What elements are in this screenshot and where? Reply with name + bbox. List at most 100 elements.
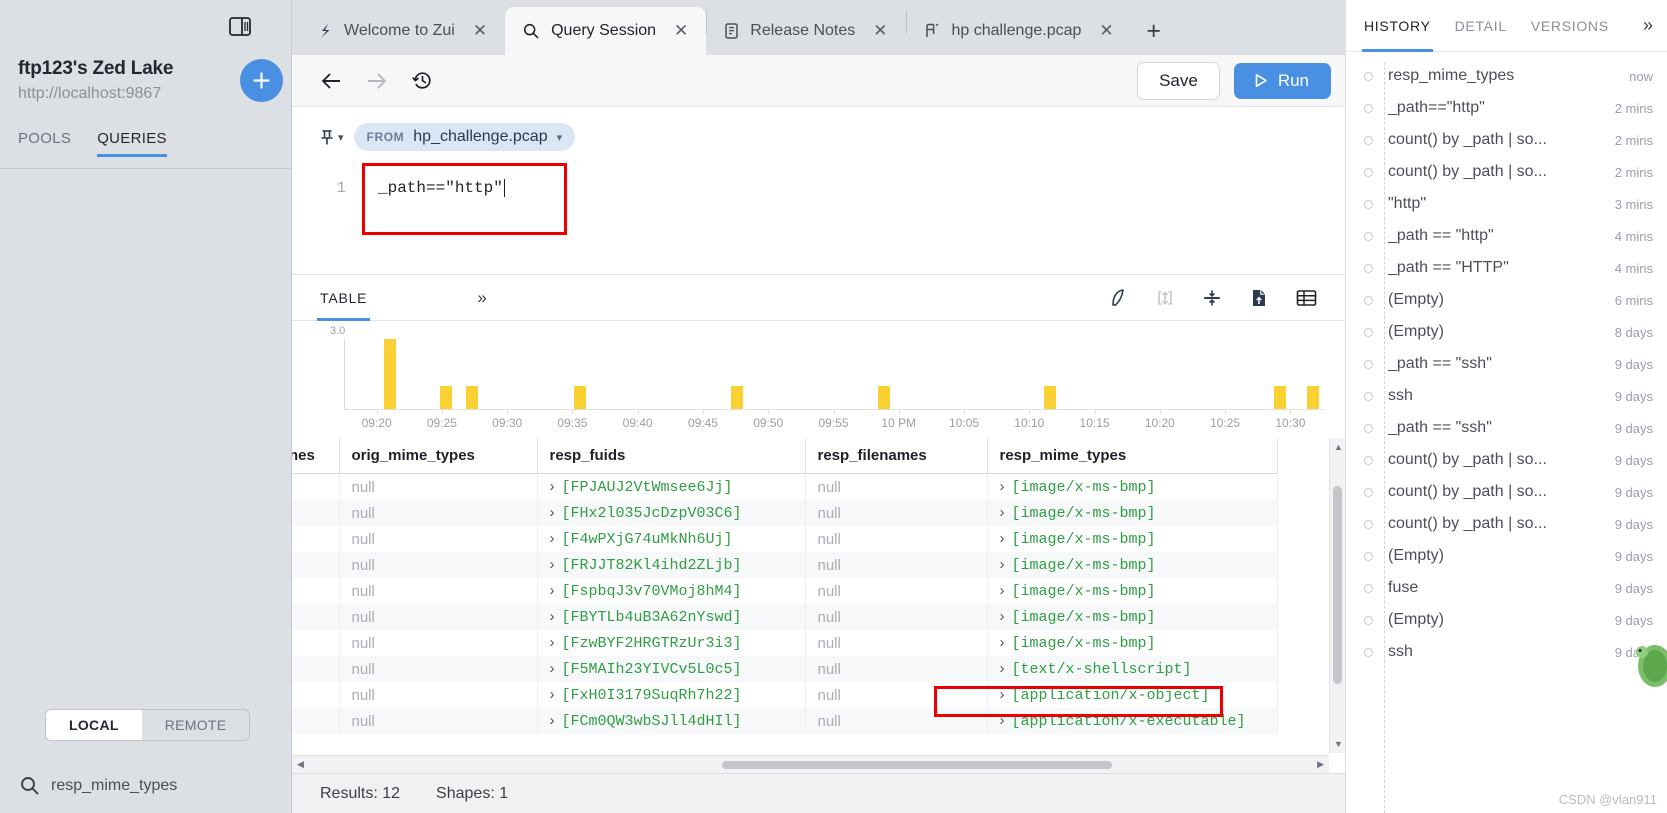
- table-cell[interactable]: [292, 656, 340, 682]
- history-item[interactable]: count() by _path | so... 2 mins: [1346, 124, 1667, 156]
- tab-table[interactable]: TABLE: [316, 275, 371, 321]
- history-item[interactable]: resp_mime_types now: [1346, 60, 1667, 92]
- table-cell[interactable]: [292, 552, 340, 578]
- history-item[interactable]: _path == "ssh" 9 days: [1346, 412, 1667, 444]
- table-cell[interactable]: null: [805, 630, 988, 656]
- tab-close-icon[interactable]: ✕: [674, 21, 688, 41]
- clock-history-icon[interactable]: [412, 70, 433, 91]
- chevron-double-right-icon[interactable]: »: [1643, 15, 1653, 36]
- table-row[interactable]: null › [FRJJT82Kl4ihd2ZLjb] null › [image/x-m…: [292, 552, 1278, 578]
- expand-array-icon[interactable]: ›: [1000, 530, 1005, 547]
- table-cell[interactable]: [292, 578, 340, 604]
- from-pool-selector[interactable]: FROM hp_challenge.pcap ▾: [353, 123, 576, 151]
- collapse-vertical-icon[interactable]: [1202, 288, 1222, 308]
- table-cell[interactable]: › [FxH0I3179SuqRh7h22]: [537, 682, 806, 708]
- local-button[interactable]: LOCAL: [46, 710, 142, 740]
- expand-array-icon[interactable]: ›: [550, 504, 555, 521]
- expand-array-icon[interactable]: ›: [1000, 478, 1005, 495]
- table-row[interactable]: null › [F5MAIh23YIVCv5L0c5] null › [text/x-sh…: [292, 656, 1278, 682]
- table-cell[interactable]: null: [805, 552, 988, 578]
- expand-array-icon[interactable]: ›: [550, 634, 555, 651]
- table-cell[interactable]: null: [339, 630, 538, 656]
- expand-array-icon[interactable]: ›: [1000, 686, 1005, 703]
- tab-hp-challenge-pcap[interactable]: hp challenge.pcap ✕: [907, 7, 1132, 55]
- table-column-header[interactable]: nes: [292, 438, 340, 474]
- tab-history[interactable]: HISTORY: [1362, 0, 1433, 52]
- table-cell[interactable]: › [image/x-ms-bmp]: [987, 526, 1278, 552]
- table-cell[interactable]: › [FBYTLb4uB3A62nYswd]: [537, 604, 806, 630]
- scroll-up-arrow-icon[interactable]: ▲: [1334, 442, 1343, 452]
- table-cell[interactable]: null: [339, 552, 538, 578]
- table-cell[interactable]: [292, 526, 340, 552]
- table-row[interactable]: null › [FxH0I3179SuqRh7h22] null › [applicati…: [292, 682, 1278, 708]
- tab-detail[interactable]: DETAIL: [1455, 0, 1507, 52]
- history-item[interactable]: fuse 9 days: [1346, 572, 1667, 604]
- history-item[interactable]: count() by _path | so... 9 days: [1346, 508, 1667, 540]
- history-item[interactable]: "http" 3 mins: [1346, 188, 1667, 220]
- table-cell[interactable]: › [F5MAIh23YIVCv5L0c5]: [537, 656, 806, 682]
- table-column-header[interactable]: resp_filenames: [805, 438, 988, 474]
- history-item[interactable]: count() by _path | so... 9 days: [1346, 444, 1667, 476]
- table-cell[interactable]: › [image/x-ms-bmp]: [987, 630, 1278, 656]
- table-cell[interactable]: null: [339, 604, 538, 630]
- query-input-highlight[interactable]: _path=="http": [362, 163, 567, 235]
- save-button[interactable]: Save: [1137, 61, 1220, 100]
- table-column-header[interactable]: orig_mime_types: [339, 438, 538, 474]
- table-cell[interactable]: › [image/x-ms-bmp]: [987, 473, 1278, 500]
- expand-array-icon[interactable]: ›: [550, 608, 555, 625]
- history-item[interactable]: (Empty) 9 days: [1346, 604, 1667, 636]
- table-cell[interactable]: › [application/x-object]: [987, 682, 1278, 708]
- table-cell[interactable]: null: [805, 500, 988, 526]
- export-file-icon[interactable]: [1249, 288, 1269, 308]
- table-row[interactable]: null › [FzwBYF2HRGTRzUr3i3] null › [image/x-m…: [292, 630, 1278, 656]
- table-cell[interactable]: › [FPJAUJ2VtWmsee6Jj]: [537, 473, 806, 500]
- table-cell[interactable]: › [FHx2l035JcDzpV03C6]: [537, 500, 806, 526]
- expand-array-icon[interactable]: ›: [1000, 634, 1005, 651]
- table-cell[interactable]: › [image/x-ms-bmp]: [987, 552, 1278, 578]
- table-row[interactable]: null › [F4wPXjG74uMkNh6Uj] null › [image/x-ms…: [292, 526, 1278, 552]
- expand-array-icon[interactable]: ›: [1000, 660, 1005, 677]
- table-cell[interactable]: null: [805, 526, 988, 552]
- table-cell[interactable]: › [FCm0QW3wbSJll4dHIl]: [537, 708, 806, 734]
- arrow-right-icon[interactable]: [366, 72, 388, 90]
- table-cell[interactable]: › [image/x-ms-bmp]: [987, 500, 1278, 526]
- expand-array-icon[interactable]: ›: [550, 478, 555, 495]
- table-cell[interactable]: null: [339, 708, 538, 734]
- chevron-double-right-icon[interactable]: »: [477, 288, 486, 308]
- table-cell[interactable]: [292, 682, 340, 708]
- tab-close-icon[interactable]: ✕: [873, 21, 887, 41]
- table-cell[interactable]: null: [339, 578, 538, 604]
- tab-close-icon[interactable]: ✕: [473, 21, 487, 41]
- table-cell[interactable]: null: [805, 473, 988, 500]
- table-cell[interactable]: null: [805, 604, 988, 630]
- table-cell[interactable]: › [image/x-ms-bmp]: [987, 604, 1278, 630]
- vertical-scroll-thumb[interactable]: [1333, 486, 1342, 684]
- table-cell[interactable]: › [FRJJT82Kl4ihd2ZLjb]: [537, 552, 806, 578]
- vertical-scrollbar[interactable]: ▲ ▼: [1329, 438, 1345, 753]
- tab-release-notes[interactable]: Release Notes ✕: [707, 7, 905, 55]
- expand-array-icon[interactable]: ›: [1000, 504, 1005, 521]
- history-item[interactable]: _path == "ssh" 9 days: [1346, 348, 1667, 380]
- pin-icon[interactable]: ▾: [320, 129, 344, 146]
- expand-array-icon[interactable]: ›: [550, 582, 555, 599]
- table-cell[interactable]: null: [339, 500, 538, 526]
- tab-close-icon[interactable]: ✕: [1099, 21, 1113, 41]
- history-item[interactable]: _path=="http" 2 mins: [1346, 92, 1667, 124]
- table-cell[interactable]: null: [339, 682, 538, 708]
- table-column-header[interactable]: resp_mime_types: [987, 438, 1278, 474]
- table-row[interactable]: null › [FPJAUJ2VtWmsee6Jj] null › [image/x-ms…: [292, 473, 1278, 500]
- add-pool-button[interactable]: [240, 59, 283, 102]
- history-item[interactable]: count() by _path | so... 2 mins: [1346, 156, 1667, 188]
- history-item[interactable]: _path == "http" 4 mins: [1346, 220, 1667, 252]
- horizontal-scroll-thumb[interactable]: [722, 761, 1112, 769]
- history-item[interactable]: count() by _path | so... 9 days: [1346, 476, 1667, 508]
- expand-array-icon[interactable]: ›: [550, 686, 555, 703]
- table-cell[interactable]: null: [805, 708, 988, 734]
- tab-query-session[interactable]: Query Session ✕: [505, 7, 707, 55]
- horizontal-scrollbar[interactable]: ◀ ▶: [292, 755, 1329, 773]
- shark-fin-icon[interactable]: [1108, 288, 1128, 308]
- table-cell[interactable]: › [FspbqJ3v70VMoj8hM4]: [537, 578, 806, 604]
- table-cell[interactable]: [292, 708, 340, 734]
- new-tab-button[interactable]: +: [1132, 7, 1176, 55]
- expand-array-icon[interactable]: ›: [1000, 608, 1005, 625]
